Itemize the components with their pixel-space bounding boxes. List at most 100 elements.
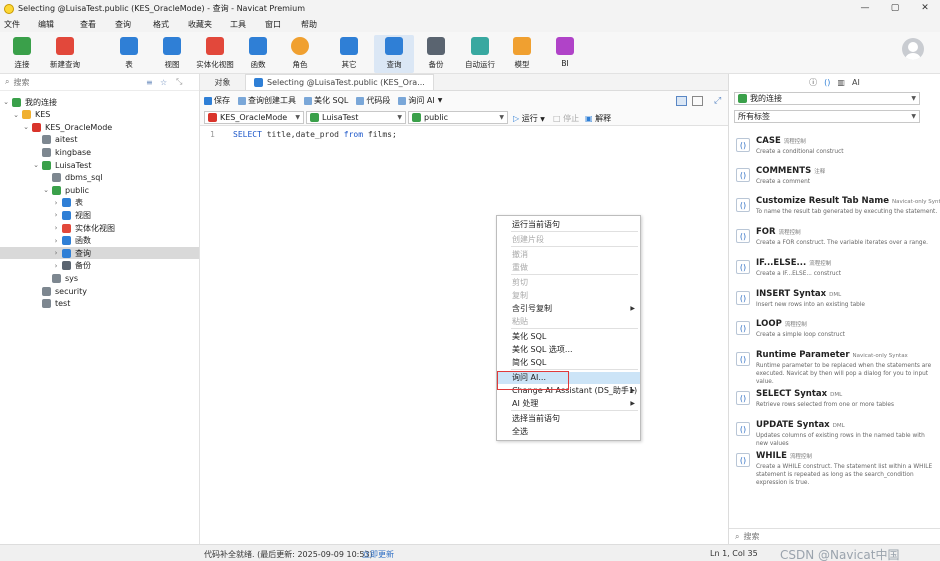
layout-split-icon[interactable] [676, 95, 687, 106]
layout-columns-icon[interactable] [692, 95, 703, 106]
snippet-search-input[interactable]: 搜索 [743, 531, 759, 542]
tree-item[interactable]: › 备份 [0, 260, 199, 272]
context-menu-item[interactable]: 运行当前语句 [497, 219, 640, 231]
chevron-down-icon[interactable]: ⌄ [32, 161, 40, 169]
update-now-link[interactable]: 立即更新 [362, 549, 394, 560]
collapse-icon[interactable]: ⤡ [176, 77, 182, 87]
chevron-right-icon[interactable]: › [52, 237, 60, 245]
menu-format[interactable]: 格式 [153, 19, 188, 30]
beautify-sql-button[interactable]: 美化 SQL [304, 95, 348, 106]
snippet-item[interactable]: () LOOP 流程控制 Create a simple loop construct [729, 319, 940, 347]
tree-item[interactable]: › 实体化视图 [0, 222, 199, 234]
context-menu-item[interactable]: 简化 SQL [497, 357, 640, 369]
snippet-item[interactable]: () FOR 流程控制 Create a FOR construct. The var… [729, 227, 940, 255]
chevron-right-icon[interactable]: › [52, 249, 60, 257]
toolbar-backup-button[interactable]: 备份 [422, 35, 450, 73]
chevron-down-icon[interactable]: ⌄ [42, 186, 50, 194]
menu-edit[interactable]: 编辑 [38, 19, 80, 30]
chevron-down-icon[interactable]: ⌄ [12, 111, 20, 119]
snippet-item[interactable]: () INSERT Syntax DML Insert new rows into a… [729, 289, 940, 317]
save-button[interactable]: 保存 [204, 95, 230, 106]
toolbar-connect-button[interactable]: 连接 [8, 35, 36, 73]
connection-select[interactable]: KES_OracleMode ▼ [204, 111, 304, 124]
snippet-item[interactable]: () CASE 流程控制 Create a conditional construct [729, 136, 940, 164]
tree-item[interactable]: › 函数 [0, 235, 199, 247]
ask-ai-button[interactable]: 询问 AI ▼ [398, 95, 442, 106]
stop-button[interactable]: □ 停止 [553, 113, 579, 124]
menu-view[interactable]: 查看 [80, 19, 115, 30]
toolbar-table-button[interactable]: 表 [115, 35, 143, 73]
menu-favorites[interactable]: 收藏夹 [188, 19, 230, 30]
database-select[interactable]: LuisaTest ▼ [306, 111, 406, 124]
navigation-search[interactable]: ⌕ 搜索 ≡ ☆ ⤡ [0, 74, 199, 91]
code-snippet-button[interactable]: 代码段 [356, 95, 390, 106]
snippet-item[interactable]: () Runtime Parameter Navicat-only Syntax Ru… [729, 350, 940, 385]
tree-item[interactable]: › 查询 [0, 247, 199, 260]
snippet-item[interactable]: () SELECT Syntax DML Retrieve rows selected… [729, 389, 940, 417]
toolbar-query-button[interactable]: 查询 [374, 35, 414, 73]
sql-editor[interactable]: 1 SELECT title,date_prod from films; [200, 126, 728, 544]
chevron-down-icon[interactable]: ⌄ [22, 123, 30, 131]
info-icon[interactable]: ⓘ [809, 77, 817, 88]
tree-item[interactable]: kingbase [0, 146, 199, 158]
tree-item[interactable]: ⌄ KES_OracleMode [0, 121, 199, 133]
toolbar-other-button[interactable]: 其它 [332, 35, 366, 73]
navigation-search-input[interactable]: 搜索 [13, 77, 29, 88]
tab-objects[interactable]: 对象 [200, 74, 245, 90]
menu-help[interactable]: 帮助 [301, 19, 331, 30]
menu-query[interactable]: 查询 [115, 19, 153, 30]
menu-file[interactable]: 文件 [4, 19, 38, 30]
snippet-connection-select[interactable]: 我的连接 ▼ [734, 92, 920, 105]
tree-item[interactable]: › 表 [0, 197, 199, 209]
chevron-right-icon[interactable]: › [52, 199, 60, 207]
tree-item[interactable]: security [0, 285, 199, 297]
tree-item[interactable]: aitest [0, 134, 199, 146]
tree-item[interactable]: ⌄ LuisaTest [0, 159, 199, 171]
filter-icon[interactable]: ≡ [146, 78, 153, 87]
chevron-down-icon[interactable]: ⌄ [2, 98, 10, 106]
context-menu-item[interactable]: 选择当前语句 [497, 413, 640, 425]
snippet-item[interactable]: () UPDATE Syntax DML Updates columns of exi… [729, 420, 940, 448]
maximize-button[interactable]: ▢ [880, 0, 910, 17]
snippet-item[interactable]: () WHILE 流程控制 Create a WHILE construct. The… [729, 451, 940, 486]
snippet-item[interactable]: () IF...ELSE... 流程控制 Create a IF...ELSE... … [729, 258, 940, 286]
grid-icon[interactable]: ▥ [837, 78, 845, 87]
snippet-tag-select[interactable]: 所有标签 ▼ [734, 110, 920, 123]
tree-item[interactable]: ⌄ public [0, 184, 199, 196]
tree-item[interactable]: dbms_sql [0, 172, 199, 184]
favorite-star-icon[interactable]: ☆ [160, 78, 167, 87]
snippet-search[interactable]: ⌕ 搜索 [729, 528, 940, 544]
schema-select[interactable]: public ▼ [408, 111, 508, 124]
query-builder-button[interactable]: 查询创建工具 [238, 95, 296, 106]
ai-icon[interactable]: AI [852, 78, 860, 87]
toolbar-bi-button[interactable]: BI [551, 35, 579, 73]
context-menu-item[interactable]: 含引号复制 ▶ [497, 303, 640, 315]
tree-item[interactable]: sys [0, 272, 199, 284]
sql-code-line[interactable]: SELECT title,date_prod from films; [233, 130, 397, 139]
context-menu-item[interactable]: AI 处理 ▶ [497, 398, 640, 410]
toolbar-new-query-button[interactable]: 新建查询 [46, 35, 84, 73]
context-menu-item[interactable]: 全选 [497, 426, 640, 438]
snippet-item[interactable]: () COMMENTS 注释 Create a comment [729, 166, 940, 194]
explain-button[interactable]: ▣ 解释 [585, 113, 611, 124]
toolbar-function-button[interactable]: 函数 [244, 35, 272, 73]
chevron-right-icon[interactable]: › [52, 211, 60, 219]
context-menu-item[interactable]: 美化 SQL [497, 331, 640, 343]
fullscreen-icon[interactable]: ⤢ [714, 96, 721, 106]
menu-tools[interactable]: 工具 [230, 19, 265, 30]
chevron-right-icon[interactable]: › [52, 224, 60, 232]
toolbar-automation-button[interactable]: 自动运行 [460, 35, 500, 73]
code-icon[interactable]: () [824, 78, 830, 87]
run-button[interactable]: ▷ 运行 ▼ [513, 113, 545, 124]
toolbar-view-button[interactable]: 视图 [158, 35, 186, 73]
toolbar-role-button[interactable]: 角色 [286, 35, 314, 73]
close-button[interactable]: ✕ [910, 0, 940, 17]
snippet-item[interactable]: () Customize Result Tab Name Navicat-only … [729, 196, 940, 224]
context-menu-item[interactable]: 美化 SQL 选项... [497, 344, 640, 356]
toolbar-materialized-view-button[interactable]: 实体化视图 [195, 35, 235, 73]
chevron-right-icon[interactable]: › [52, 262, 60, 270]
toolbar-model-button[interactable]: 模型 [508, 35, 536, 73]
tree-item[interactable]: › 视图 [0, 209, 199, 221]
minimize-button[interactable]: — [850, 0, 880, 17]
tree-item[interactable]: ⌄ KES [0, 109, 199, 121]
